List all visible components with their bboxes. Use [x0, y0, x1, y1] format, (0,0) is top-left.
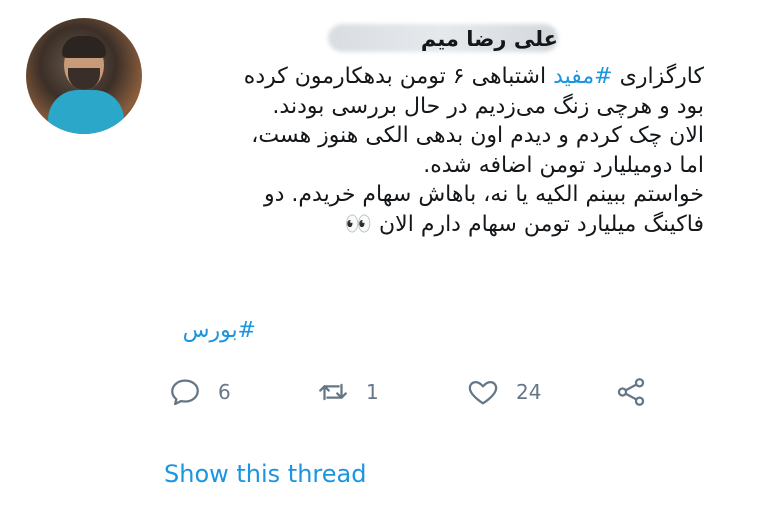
retweet-button[interactable]: 1 — [316, 372, 379, 412]
hashtag-bourse[interactable]: #بورس — [183, 318, 256, 343]
like-button[interactable]: 24 — [466, 372, 541, 412]
tweet-line-6: فاکینگ میلیارد تومن سهام دارم الان 👀 — [344, 211, 704, 237]
reply-button[interactable]: 6 — [168, 372, 231, 412]
tweet-line-1: کارگزاری #مفید اشتباهی ۶ تومن بدهکارمون … — [164, 62, 704, 92]
tweet-card: علی رضا میم کارگزاری #مفید اشتباهی ۶ توم… — [0, 0, 768, 524]
hashtag-mofid[interactable]: #مفید — [553, 64, 613, 89]
tweet-header: علی رضا میم — [421, 22, 558, 56]
tweet-line-1-prefix: کارگزاری — [612, 64, 704, 89]
retweet-icon — [319, 383, 347, 401]
tweet-line-1-suffix: اشتباهی ۶ تومن بدهکارمون کرده — [243, 64, 554, 89]
share-button[interactable] — [614, 372, 648, 412]
tweet-text: کارگزاری #مفید اشتباهی ۶ تومن بدهکارمون … — [164, 62, 704, 239]
tweet-actions: 6 1 24 — [0, 372, 768, 412]
tweet-line-5: خواستم ببینم الکیه یا نه، باهاش سهام خری… — [264, 182, 704, 207]
like-count: 24 — [516, 380, 542, 404]
avatar-shirt — [48, 90, 124, 134]
tweet-line-2: بود و هرچی زنگ می‌زدیم در حال بررسی بودن… — [272, 93, 704, 119]
share-icon — [617, 378, 645, 406]
tweet-line-3: الان چک کردم و دیدم اون بدهی الکی هنوز ه… — [251, 123, 704, 148]
avatar-beard — [68, 68, 100, 90]
show-thread-link[interactable]: Show this thread — [164, 460, 366, 488]
heart-icon — [468, 380, 498, 405]
avatar[interactable] — [26, 18, 142, 134]
avatar-hair — [62, 36, 106, 58]
retweet-count: 1 — [366, 380, 379, 404]
display-name[interactable]: علی رضا میم — [421, 27, 558, 51]
reply-count: 6 — [218, 380, 231, 404]
tweet-line-4: اما دومیلیارد تومن اضافه شده. — [423, 152, 704, 178]
reply-icon — [171, 379, 199, 406]
